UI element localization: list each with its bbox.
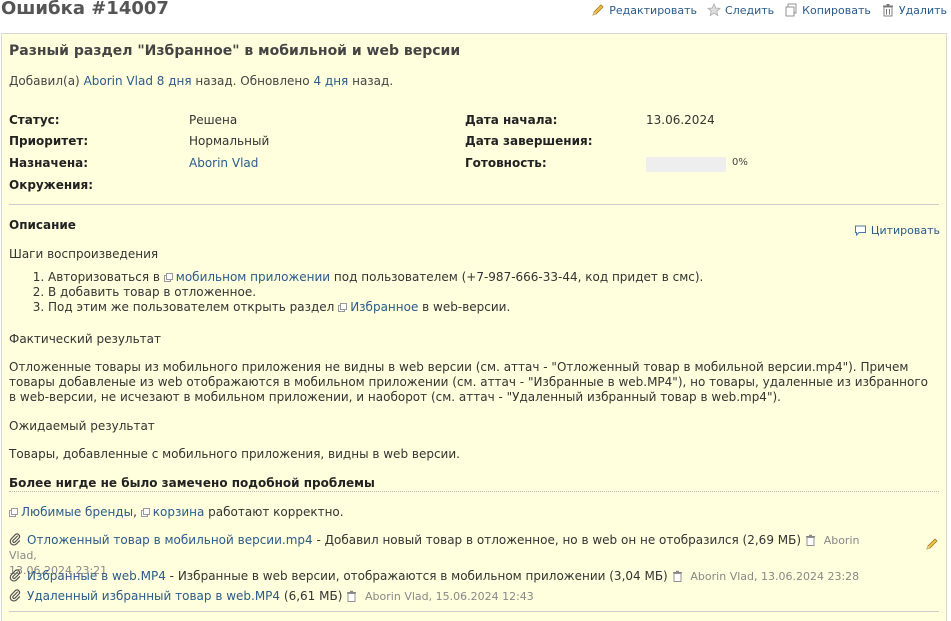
start-date-label: Дата начала: (465, 113, 558, 127)
environment-label: Окружения: (9, 178, 94, 192)
edit-label: Редактировать (609, 3, 698, 17)
steps-heading: Шаги воспроизведения (9, 247, 159, 261)
delete-button[interactable]: Удалить (881, 3, 947, 17)
status-label: Статус: (9, 113, 60, 127)
priority-label: Приоритет: (9, 134, 89, 148)
quote-button[interactable]: Цитировать (854, 224, 940, 237)
attachment-link[interactable]: Удаленный избранный товар в web.MP4 (27, 589, 280, 603)
list-item: В добавить товар в отложенное. (48, 285, 703, 300)
updated-text: назад. Обновлено (195, 74, 310, 88)
ago-suffix: назад. (352, 74, 394, 88)
list-item: Авторизоваться в мобильном приложении по… (48, 270, 703, 285)
author-line: Добавил(а) Aborin Vlad 8 дня назад. Обно… (9, 74, 393, 88)
page-title: Ошибка #14007 (1, 0, 169, 19)
watch-label: Следить (725, 3, 775, 17)
done-ratio-label: Готовность: (465, 156, 547, 170)
works-correctly-text: работают корректно. (208, 505, 344, 519)
progress-bar (646, 157, 726, 172)
quote-label: Цитировать (870, 224, 940, 237)
step1-text-b: под пользователем (+7-987-666-33-44, код… (333, 270, 704, 284)
external-link-icon (338, 303, 348, 312)
step3-text-a: Под этим же пользователем открыть раздел (48, 300, 335, 314)
assignee-label: Назначена: (9, 156, 89, 170)
paperclip-icon (9, 589, 21, 602)
assignee-link[interactable]: Aborin Vlad (189, 156, 258, 170)
priority-value: Нормальный (189, 134, 270, 148)
copy-icon (785, 3, 797, 17)
attachment-description: - Добавил новый товар в отложенное, но в… (316, 533, 802, 547)
attachment-meta: Aborin Vlad, 15.06.2024 12:43 (365, 590, 534, 603)
expected-result-heading: Ожидаемый результат (9, 419, 155, 433)
actual-result-text: Отложенные товары из мобильного приложен… (9, 360, 929, 404)
attachment-meta: Aborin Vlad, 13.06.2024 23:28 (690, 570, 860, 583)
created-ago-link[interactable]: 8 дня (157, 74, 192, 88)
author-link[interactable]: Aborin Vlad (84, 74, 153, 88)
divider (9, 204, 939, 205)
trash-icon[interactable] (346, 590, 357, 602)
mobile-app-link[interactable]: мобильном приложении (176, 270, 330, 284)
edit-button[interactable]: Редактировать (591, 3, 697, 17)
attachment-link[interactable]: Отложенный товар в мобильной версии.mp4 (27, 533, 313, 547)
due-date-label: Дата завершения: (465, 134, 593, 148)
pencil-icon (592, 4, 604, 16)
contextual-actions: Редактировать Следить Копировать Удалить (591, 3, 947, 17)
actual-result-heading: Фактический результат (9, 332, 162, 346)
dotted-divider (9, 491, 939, 492)
step1-text-a: Авторизоваться в (48, 270, 160, 284)
comma: , (133, 505, 137, 519)
issue-subject: Разный раздел "Избранное" в мобильной и … (9, 43, 461, 59)
expected-result-text: Товары, добавленные с мобильного приложе… (9, 447, 460, 461)
status-value: Решена (189, 113, 238, 127)
list-item: Под этим же пользователем открыть раздел… (48, 300, 703, 315)
external-link-icon (140, 508, 150, 517)
author-prefix: Добавил(а) (9, 74, 80, 88)
attachment-row: Избранные в web.MP4 - Избранные в web ве… (9, 569, 859, 584)
external-link-icon (9, 508, 18, 517)
never-seen-heading: Более нигде не было замечено подобной пр… (9, 476, 375, 490)
progress-percent: 0% (732, 157, 748, 168)
paperclip-icon (9, 533, 21, 546)
pencil-icon[interactable] (925, 537, 939, 551)
attachment-link[interactable]: Избранные в web.MP4 (27, 569, 166, 583)
external-link-icon (163, 273, 173, 282)
cart-link[interactable]: корзина (153, 505, 205, 519)
trash-icon[interactable] (672, 570, 683, 582)
delete-label: Удалить (898, 3, 947, 17)
issue-details: Разный раздел "Избранное" в мобильной и … (1, 33, 947, 621)
star-icon (707, 3, 722, 17)
trash-icon[interactable] (805, 534, 816, 546)
attachment-row: Удаленный избранный товар в web.MP4 (6,6… (9, 589, 534, 604)
watch-button[interactable]: Следить (707, 3, 774, 17)
step3-text-b: в web-версии. (422, 300, 511, 314)
issue-header: Ошибка #14007 Редактировать Следить Копи… (0, 0, 951, 28)
description-title: Описание (9, 218, 76, 232)
comment-icon (854, 225, 866, 237)
copy-button[interactable]: Копировать (784, 3, 871, 17)
updated-ago-link[interactable]: 4 дня (313, 74, 348, 88)
paperclip-icon (9, 569, 21, 582)
copy-label: Копировать (802, 3, 871, 17)
favorite-brands-link[interactable]: Любимые бренды (21, 505, 133, 519)
attachment-description: (6,61 МБ) (283, 589, 343, 603)
trash-icon (882, 4, 893, 17)
never-seen-text: Любимые бренды, корзина работают коррект… (9, 505, 344, 519)
favorites-link[interactable]: Избранное (350, 300, 418, 314)
divider (9, 611, 939, 612)
steps-list: Авторизоваться в мобильном приложении по… (9, 270, 703, 315)
attachment-description: - Избранные в web версии, отображаются в… (169, 569, 668, 583)
start-date-value: 13.06.2024 (646, 113, 715, 127)
